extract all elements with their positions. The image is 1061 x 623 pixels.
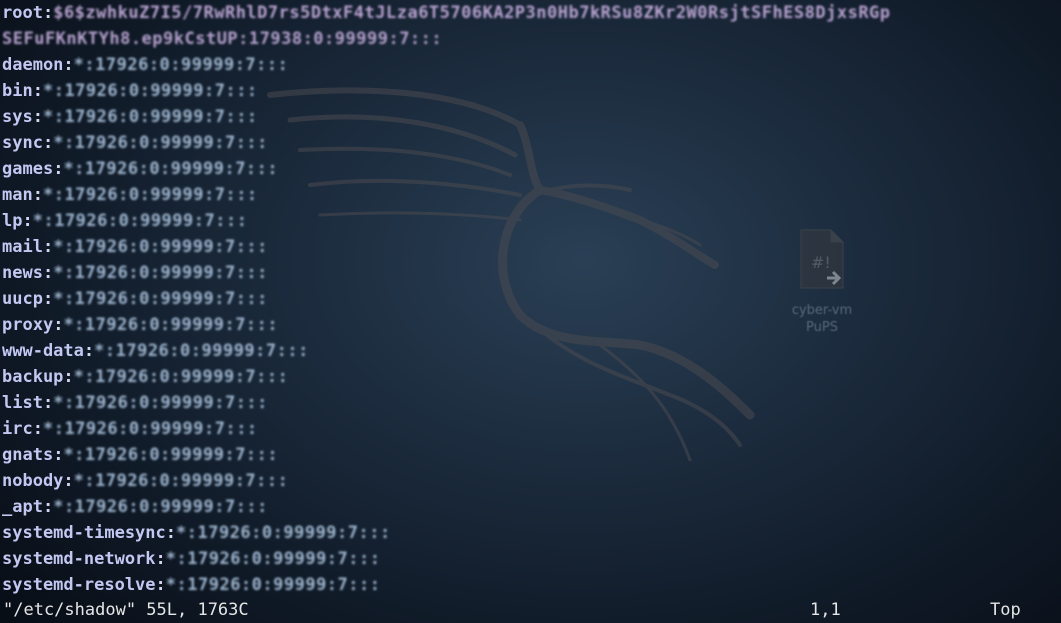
shadow-username: list xyxy=(2,393,43,413)
shadow-username: news xyxy=(2,263,43,283)
shadow-entry-line[interactable]: systemd-timesync:*:17926:0:99999:7::: xyxy=(2,520,391,546)
shadow-username: systemd-resolve xyxy=(2,575,156,595)
field-separator: : xyxy=(42,393,54,413)
shadow-entry-line[interactable]: SEFuFKnKTYh8.ep9kCstUP:17938:0:99999:7::… xyxy=(2,26,442,52)
shadow-entry-line[interactable]: systemd-resolve:*:17926:0:99999:7::: xyxy=(2,572,380,598)
shadow-username: root xyxy=(2,3,43,23)
shadow-entry-line[interactable]: list:*:17926:0:99999:7::: xyxy=(2,390,268,416)
field-separator: : xyxy=(63,471,74,491)
shadow-entry-line[interactable]: games:*:17926:0:99999:7::: xyxy=(2,156,278,182)
shadow-fields: *:17926:0:99999:7::: xyxy=(165,549,381,569)
shadow-entry-line[interactable]: nobody:*:17926:0:99999:7::: xyxy=(2,468,288,494)
status-file-info: "/etc/shadow" 55L, 1763C xyxy=(3,600,249,620)
shadow-entry-line[interactable]: _apt:*:17926:0:99999:7::: xyxy=(2,494,268,520)
shadow-fields: *:17926:0:99999:7::: xyxy=(176,523,391,543)
shadow-username: _apt xyxy=(2,497,43,517)
shadow-fields: *:17926:0:99999:7::: xyxy=(53,237,268,257)
field-separator: : xyxy=(42,3,54,23)
shadow-fields: *:17926:0:99999:7::: xyxy=(63,445,279,465)
shadow-fields: *:17926:0:99999:7::: xyxy=(63,315,279,335)
shadow-fields: *:17926:0:99999:7::: xyxy=(73,367,289,387)
field-separator: : xyxy=(63,367,74,387)
shadow-fields: *:17926:0:99999:7::: xyxy=(94,341,309,361)
field-separator: : xyxy=(42,133,54,153)
shadow-entry-line[interactable]: irc:*:17926:0:99999:7::: xyxy=(2,416,258,442)
field-separator: : xyxy=(42,497,54,517)
field-separator: : xyxy=(63,55,74,75)
shadow-entry-line[interactable]: sync:*:17926:0:99999:7::: xyxy=(2,130,268,156)
shadow-username: proxy xyxy=(2,315,54,335)
shadow-entry-line[interactable]: sys:*:17926:0:99999:7::: xyxy=(2,104,258,130)
shadow-username: sys xyxy=(2,107,33,127)
field-separator: : xyxy=(165,523,177,543)
field-separator: : xyxy=(42,237,54,257)
shadow-fields: *:17926:0:99999:7::: xyxy=(42,419,258,439)
shadow-fields: *:17926:0:99999:7::: xyxy=(53,263,268,283)
shadow-username: systemd-network xyxy=(2,549,156,569)
field-separator: : xyxy=(53,315,64,335)
field-separator: : xyxy=(155,549,166,569)
shadow-username: nobody xyxy=(2,471,64,491)
shadow-fields: SEFuFKnKTYh8.ep9kCstUP:17938:0:99999:7::… xyxy=(2,29,443,49)
shadow-fields: *:17926:0:99999:7::: xyxy=(73,55,289,75)
field-separator: : xyxy=(42,289,54,309)
shadow-username: mail xyxy=(2,237,43,257)
field-separator: : xyxy=(32,419,43,439)
shadow-username: backup xyxy=(2,367,64,387)
shadow-fields: *:17926:0:99999:7::: xyxy=(42,81,258,101)
shadow-fields: *:17926:0:99999:7::: xyxy=(73,471,289,491)
field-separator: : xyxy=(83,341,95,361)
shadow-fields: *:17926:0:99999:7::: xyxy=(53,393,268,413)
shadow-username: sync xyxy=(2,133,43,153)
shadow-fields: *:17926:0:99999:7::: xyxy=(53,133,268,153)
shadow-username: irc xyxy=(2,419,33,439)
shadow-entry-line[interactable]: daemon:*:17926:0:99999:7::: xyxy=(2,52,288,78)
shadow-entry-line[interactable]: mail:*:17926:0:99999:7::: xyxy=(2,234,268,260)
shadow-fields: *:17926:0:99999:7::: xyxy=(32,211,248,231)
shadow-fields: *:17926:0:99999:7::: xyxy=(63,159,279,179)
shadow-fields: *:17926:0:99999:7::: xyxy=(42,185,258,205)
field-separator: : xyxy=(53,159,64,179)
field-separator: : xyxy=(22,211,33,231)
vim-status-line: "/etc/shadow" 55L, 1763C 1,1 Top xyxy=(0,597,1061,623)
field-separator: : xyxy=(32,107,43,127)
desktop-screen: #! cyber-vm PuPS root:$6$zwhkuZ7I5/7RwRh… xyxy=(0,0,1061,623)
field-separator: : xyxy=(42,263,54,283)
shadow-entry-line[interactable]: uucp:*:17926:0:99999:7::: xyxy=(2,286,268,312)
shadow-username: lp xyxy=(2,211,23,231)
shadow-entry-line[interactable]: gnats:*:17926:0:99999:7::: xyxy=(2,442,278,468)
field-separator: : xyxy=(53,445,64,465)
shadow-entry-line[interactable]: man:*:17926:0:99999:7::: xyxy=(2,182,258,208)
shadow-fields: *:17926:0:99999:7::: xyxy=(53,497,268,517)
shadow-fields: *:17926:0:99999:7::: xyxy=(165,575,381,595)
shadow-entry-line[interactable]: root:$6$zwhkuZ7I5/7RwRhlD7rs5DtxF4tJLza6… xyxy=(2,0,891,26)
vim-terminal-buffer[interactable]: root:$6$zwhkuZ7I5/7RwRhlD7rs5DtxF4tJLza6… xyxy=(2,0,1061,623)
shadow-username: gnats xyxy=(2,445,54,465)
shadow-entry-line[interactable]: lp:*:17926:0:99999:7::: xyxy=(2,208,247,234)
status-scroll-indicator: Top xyxy=(990,600,1021,620)
shadow-username: games xyxy=(2,159,54,179)
field-separator: : xyxy=(155,575,166,595)
shadow-entry-line[interactable]: backup:*:17926:0:99999:7::: xyxy=(2,364,288,390)
shadow-entry-line[interactable]: www-data:*:17926:0:99999:7::: xyxy=(2,338,309,364)
field-separator: : xyxy=(32,81,43,101)
shadow-entry-line[interactable]: news:*:17926:0:99999:7::: xyxy=(2,260,268,286)
status-cursor-position: 1,1 xyxy=(810,600,841,620)
shadow-username: daemon xyxy=(2,55,64,75)
shadow-username: bin xyxy=(2,81,33,101)
shadow-fields: *:17926:0:99999:7::: xyxy=(53,289,268,309)
shadow-username: uucp xyxy=(2,289,43,309)
shadow-fields: *:17926:0:99999:7::: xyxy=(42,107,258,127)
field-separator: : xyxy=(32,185,43,205)
shadow-entry-line[interactable]: proxy:*:17926:0:99999:7::: xyxy=(2,312,278,338)
shadow-username: www-data xyxy=(2,341,84,361)
shadow-username: man xyxy=(2,185,33,205)
shadow-entry-line[interactable]: systemd-network:*:17926:0:99999:7::: xyxy=(2,546,380,572)
shadow-fields: $6$zwhkuZ7I5/7RwRhlD7rs5DtxF4tJLza6T5706… xyxy=(53,3,891,23)
shadow-entry-line[interactable]: bin:*:17926:0:99999:7::: xyxy=(2,78,258,104)
shadow-username: systemd-timesync xyxy=(2,523,166,543)
